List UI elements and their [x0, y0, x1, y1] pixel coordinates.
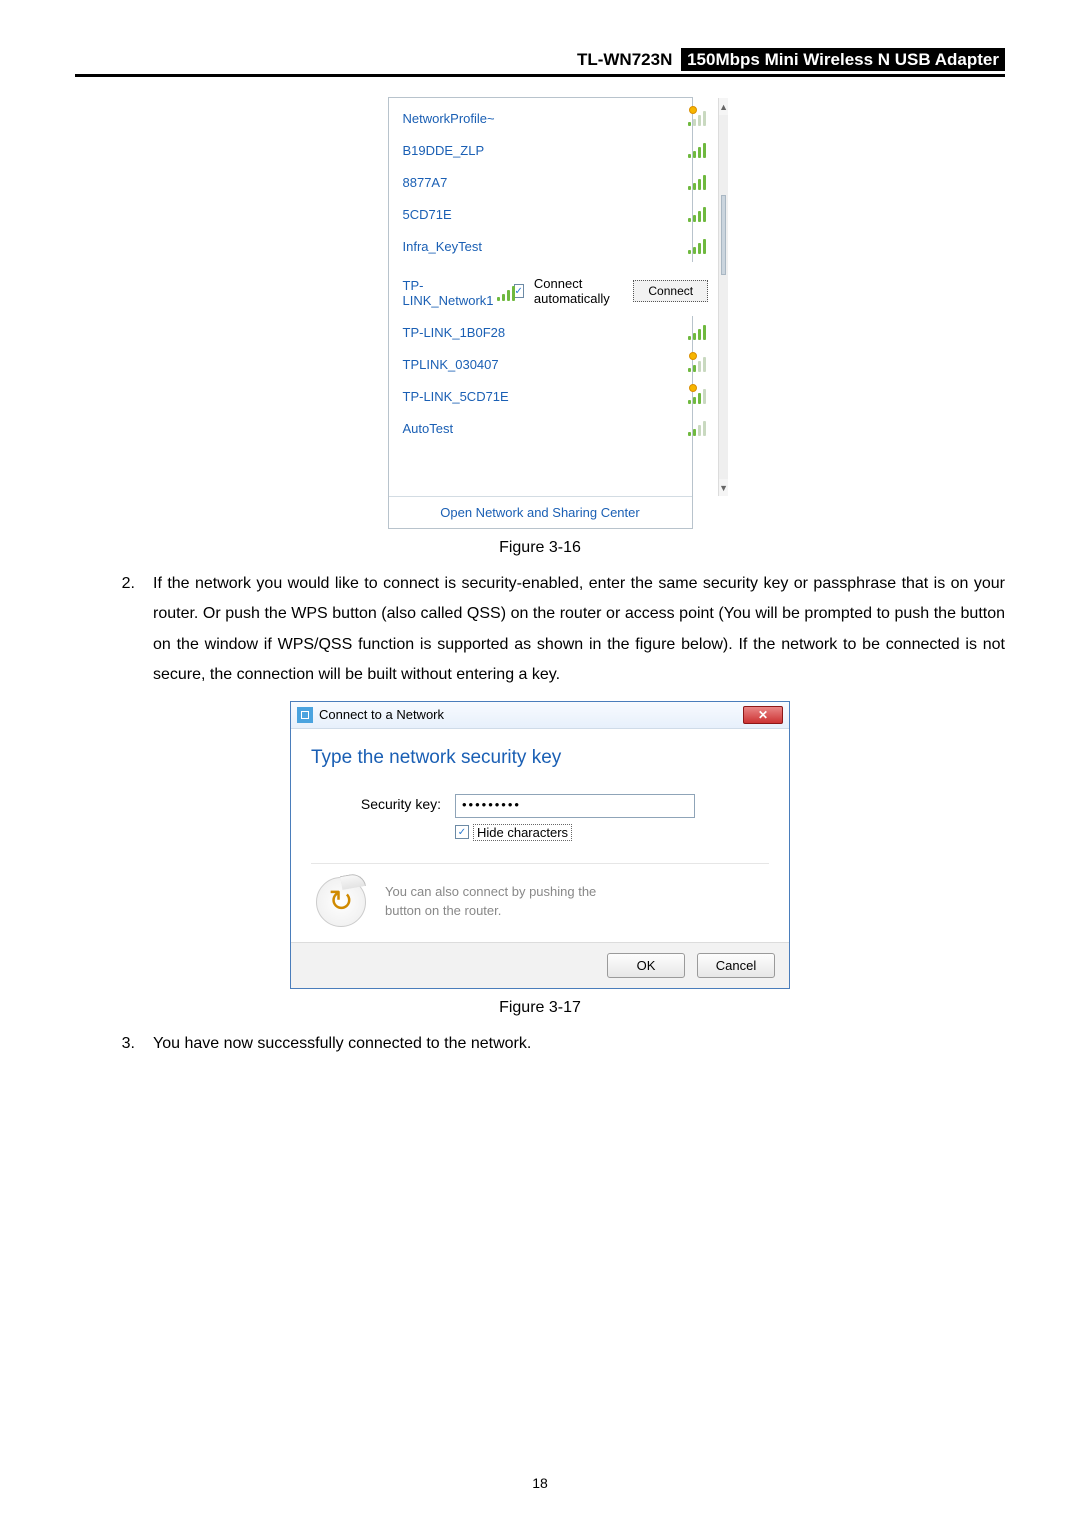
wifi-name-label: TP-LINK_1B0F28	[403, 325, 506, 340]
signal-icon	[688, 388, 708, 404]
wifi-name-label: 8877A7	[403, 175, 448, 190]
wifi-item-tplink-network1[interactable]: TP-LINK_Network1 ✓ Connect automatically…	[389, 262, 719, 316]
wifi-item-networkprofile[interactable]: NetworkProfile~	[389, 102, 719, 134]
wifi-item-5cd71e[interactable]: 5CD71E	[389, 198, 719, 230]
scroll-track[interactable]	[719, 115, 728, 479]
step-text: If the network you would like to connect…	[153, 569, 1005, 691]
wps-hint-text: You can also connect by pushing the butt…	[385, 883, 596, 919]
signal-icon	[688, 356, 708, 372]
cancel-button[interactable]: Cancel	[697, 953, 775, 978]
wifi-item-tplink-030407[interactable]: TPLINK_030407	[389, 348, 719, 380]
doc-header: TL-WN723N 150Mbps Mini Wireless N USB Ad…	[75, 50, 1005, 77]
close-button[interactable]: ✕	[743, 706, 783, 724]
signal-icon	[688, 174, 708, 190]
wifi-item-infrakeytest[interactable]: Infra_KeyTest	[389, 230, 719, 262]
figure-caption: Figure 3-17	[75, 999, 1005, 1017]
scroll-thumb[interactable]	[721, 195, 726, 275]
lock-icon	[689, 106, 697, 114]
dialog-titlebar: Connect to a Network ✕	[291, 702, 789, 729]
hide-characters-label: Hide characters	[473, 824, 572, 841]
scroll-up-button[interactable]: ▲	[719, 98, 728, 115]
wifi-name-label: Infra_KeyTest	[403, 239, 483, 254]
wifi-name-label: TP-LINK_Network1	[403, 278, 497, 308]
dialog-title: Connect to a Network	[319, 707, 444, 722]
security-key-label: Security key:	[311, 794, 441, 812]
ok-button[interactable]: OK	[607, 953, 685, 978]
wifi-name-label: TP-LINK_5CD71E	[403, 389, 509, 404]
wifi-name-label: AutoTest	[403, 421, 454, 436]
wps-line2: button on the router.	[385, 902, 596, 920]
wifi-item-tplink-1b0f28[interactable]: TP-LINK_1B0F28	[389, 316, 719, 348]
wifi-name-label: NetworkProfile~	[403, 111, 495, 126]
security-key-input[interactable]: •••••••••	[455, 794, 695, 818]
wifi-name-label: B19DDE_ZLP	[403, 143, 485, 158]
lock-icon	[689, 384, 697, 392]
figure-caption: Figure 3-16	[75, 539, 1005, 557]
signal-icon	[688, 142, 708, 158]
step-text: You have now successfully connected to t…	[153, 1029, 1005, 1059]
wifi-item-autotest[interactable]: AutoTest	[389, 412, 719, 444]
page-number: 18	[0, 1475, 1080, 1491]
wifi-item-tplink-5cd71e[interactable]: TP-LINK_5CD71E	[389, 380, 719, 412]
signal-icon	[688, 324, 708, 340]
window-icon	[297, 707, 313, 723]
signal-icon	[688, 238, 708, 254]
wps-line1: You can also connect by pushing the	[385, 883, 596, 901]
scrollbar[interactable]: ▲ ▼	[718, 98, 728, 496]
connect-network-dialog: Connect to a Network ✕ Type the network …	[290, 701, 790, 989]
open-network-sharing-link[interactable]: Open Network and Sharing Center	[389, 496, 692, 528]
wifi-item-8877a7[interactable]: 8877A7	[389, 166, 719, 198]
signal-icon	[497, 285, 514, 301]
connect-automatically-label: Connect automatically	[534, 276, 613, 306]
router-icon: ↻	[311, 878, 371, 926]
wifi-name-label: TPLINK_030407	[403, 357, 499, 372]
wifi-name-label: 5CD71E	[403, 207, 452, 222]
scroll-down-button[interactable]: ▼	[719, 479, 728, 496]
lock-icon	[689, 352, 697, 360]
wifi-network-list: NetworkProfile~ B19DDE_ZLP 8877A7	[389, 98, 719, 496]
wifi-item-b19dde[interactable]: B19DDE_ZLP	[389, 134, 719, 166]
signal-icon	[688, 420, 708, 436]
step-number: 2.	[75, 569, 135, 691]
wifi-network-popup: NetworkProfile~ B19DDE_ZLP 8877A7	[388, 97, 693, 529]
hide-characters-checkbox[interactable]: ✓	[455, 825, 469, 839]
dialog-headline: Type the network security key	[311, 747, 769, 769]
signal-icon	[688, 110, 708, 126]
product-tagline: 150Mbps Mini Wireless N USB Adapter	[681, 48, 1005, 71]
signal-icon	[688, 206, 708, 222]
model-number: TL-WN723N	[577, 50, 672, 69]
connect-button[interactable]: Connect	[633, 280, 708, 302]
step-number: 3.	[75, 1029, 135, 1059]
connect-automatically-checkbox[interactable]: ✓	[514, 284, 524, 298]
